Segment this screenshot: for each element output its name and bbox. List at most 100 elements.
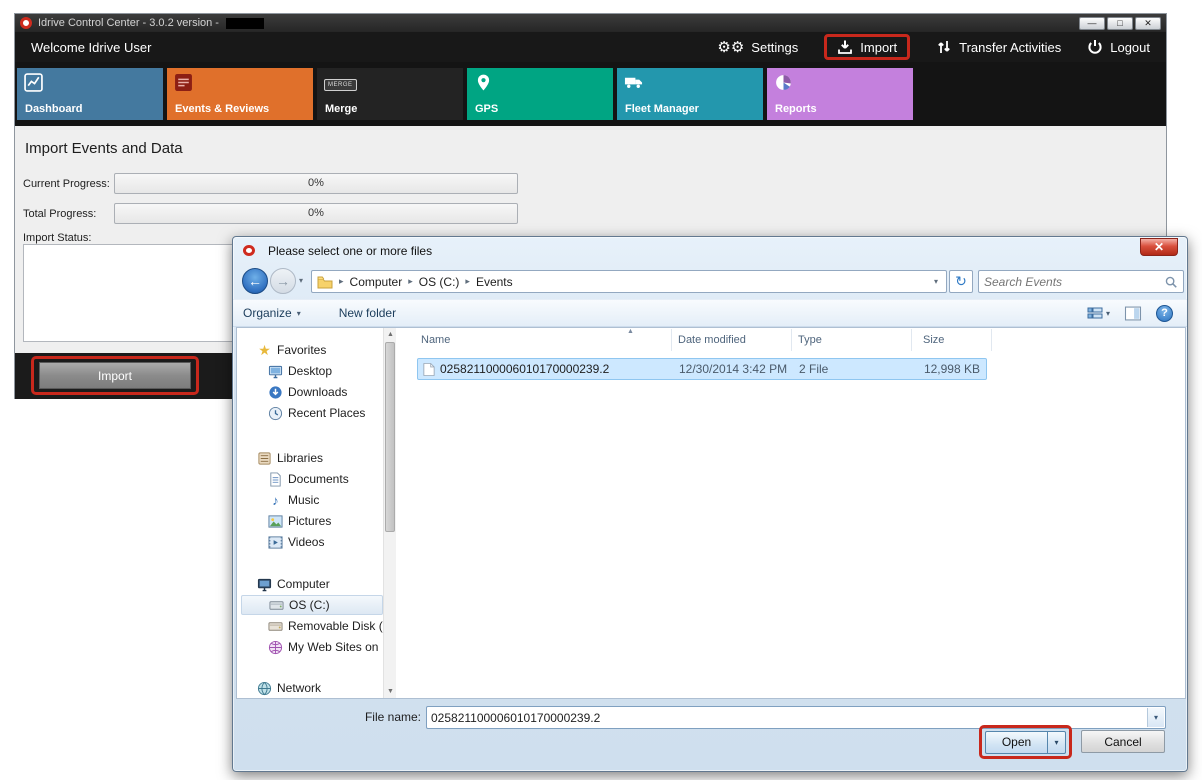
sidebar-item-removable-disk[interactable]: Removable Disk ( xyxy=(241,616,383,636)
menu-item-settings[interactable]: ⚙⚙ Settings xyxy=(717,40,798,55)
refresh-button[interactable]: ↻ xyxy=(949,270,973,293)
import-status-label: Import Status: xyxy=(23,232,91,244)
tile-merge[interactable]: MERGE Merge xyxy=(317,68,463,120)
forward-button[interactable]: → xyxy=(270,268,296,294)
column-header-name[interactable]: Name xyxy=(421,328,450,352)
menu-item-transfer-activities[interactable]: Transfer Activities xyxy=(936,39,1061,55)
sidebar-scrollbar[interactable]: ▲ ▼ xyxy=(383,328,396,698)
tile-dashboard[interactable]: Dashboard xyxy=(17,68,163,120)
search-box xyxy=(978,270,1184,293)
maximize-button[interactable]: □ xyxy=(1107,17,1133,30)
navigation-bar: ← → ▾ ▸ Computer ▸ OS (C:) ▸ Events ▾ ↻ xyxy=(233,264,1187,299)
column-header-size[interactable]: Size xyxy=(923,328,944,352)
chevron-down-icon: ▾ xyxy=(1106,309,1110,318)
sidebar-item-videos[interactable]: Videos xyxy=(241,532,383,552)
sidebar-item-desktop[interactable]: Desktop xyxy=(241,361,383,381)
dialog-titlebar[interactable]: Please select one or more files xyxy=(233,237,1187,264)
highlight-import-button: Import xyxy=(31,356,199,395)
column-headers: ▲ Name Date modified Type Size xyxy=(397,328,1185,352)
sidebar-item-recent-places[interactable]: Recent Places xyxy=(241,403,383,423)
column-header-date-modified[interactable]: Date modified xyxy=(678,328,746,352)
sidebar-item-libraries[interactable]: Libraries xyxy=(241,448,383,468)
help-button[interactable]: ? xyxy=(1156,305,1173,322)
power-icon xyxy=(1087,39,1103,55)
sidebar-item-documents[interactable]: Documents xyxy=(241,469,383,489)
sidebar-item-network[interactable]: Network xyxy=(241,678,383,698)
dialog-logo-icon xyxy=(243,245,255,256)
breadcrumb-item-events[interactable]: Events xyxy=(476,275,513,289)
back-button[interactable]: ← xyxy=(242,268,268,294)
tile-reports[interactable]: Reports xyxy=(767,68,913,120)
file-name: 025821100006010170000239.2 xyxy=(440,359,609,379)
breadcrumb-item-os-c[interactable]: OS (C:) xyxy=(419,275,460,289)
fleet-truck-icon xyxy=(624,73,643,92)
minimize-button[interactable]: — xyxy=(1079,17,1105,30)
tile-events-reviews[interactable]: Events & Reviews xyxy=(167,68,313,120)
window-title: Idrive Control Center - 3.0.2 version - xyxy=(38,17,219,29)
dialog-toolbar: Organize ▾ New folder ▾ ? xyxy=(233,299,1187,327)
open-split-dropdown[interactable]: ▾ xyxy=(1048,731,1066,754)
downloads-arrow-icon xyxy=(268,385,283,400)
file-name-label: File name: xyxy=(293,710,421,724)
cancel-button[interactable]: Cancel xyxy=(1081,730,1165,753)
computer-monitor-icon xyxy=(257,577,272,592)
new-folder-button[interactable]: New folder xyxy=(329,306,406,320)
tile-fleet-manager[interactable]: Fleet Manager xyxy=(617,68,763,120)
menu-item-logout[interactable]: Logout xyxy=(1087,39,1150,55)
libraries-shelf-icon xyxy=(257,451,272,466)
total-progress-label: Total Progress: xyxy=(23,208,96,220)
preview-pane-icon[interactable] xyxy=(1124,306,1142,321)
desktop-monitor-icon xyxy=(268,364,283,379)
hard-drive-icon xyxy=(269,598,284,613)
recent-clock-icon xyxy=(268,406,283,421)
file-size: 12,998 KB xyxy=(924,359,980,379)
menubar: Welcome Idrive User ⚙⚙ Settings Import T… xyxy=(15,32,1166,62)
sidebar-item-downloads[interactable]: Downloads xyxy=(241,382,383,402)
history-dropdown-icon[interactable]: ▾ xyxy=(299,276,303,285)
organize-button[interactable]: Organize ▾ xyxy=(233,306,311,320)
dashboard-chart-icon xyxy=(24,73,43,92)
sidebar-item-favorites[interactable]: ★ Favorites xyxy=(241,340,383,360)
removable-disk-icon xyxy=(268,619,283,634)
tile-gps[interactable]: GPS xyxy=(467,68,613,120)
scroll-down-icon[interactable]: ▼ xyxy=(384,685,397,698)
current-progress-bar: 0% xyxy=(114,173,518,194)
page-title: Import Events and Data xyxy=(25,140,183,157)
sidebar-item-computer[interactable]: Computer xyxy=(241,574,383,594)
close-button[interactable]: ✕ xyxy=(1135,17,1161,30)
chevron-down-icon: ▾ xyxy=(297,309,301,318)
file-type: 2 File xyxy=(799,359,828,379)
sidebar-item-pictures[interactable]: Pictures xyxy=(241,511,383,531)
scroll-up-icon[interactable]: ▲ xyxy=(384,328,397,341)
music-note-icon: ♪ xyxy=(268,493,283,508)
sidebar-item-my-web-sites[interactable]: My Web Sites on xyxy=(241,637,383,657)
search-icon xyxy=(1164,275,1178,289)
welcome-text: Welcome Idrive User xyxy=(31,40,151,55)
favorites-star-icon: ★ xyxy=(257,342,272,359)
scrollbar-thumb[interactable] xyxy=(385,342,395,532)
reports-pie-icon xyxy=(774,73,793,92)
file-icon xyxy=(423,362,435,377)
redacted-text-block xyxy=(226,18,264,29)
column-header-type[interactable]: Type xyxy=(798,328,822,352)
breadcrumb-item-computer[interactable]: Computer xyxy=(350,275,403,289)
dialog-content: ★ Favorites Desktop Downloads xyxy=(236,327,1186,699)
open-button[interactable]: Open xyxy=(985,731,1048,754)
sidebar-item-music[interactable]: ♪ Music xyxy=(241,490,383,510)
sidebar-item-os-c[interactable]: OS (C:) xyxy=(241,595,383,615)
import-button[interactable]: Import xyxy=(39,362,191,389)
search-input[interactable] xyxy=(984,275,1164,289)
titlebar[interactable]: Idrive Control Center - 3.0.2 version - … xyxy=(15,14,1166,32)
highlight-open-button: Open ▾ xyxy=(979,725,1072,759)
web-globe-icon xyxy=(268,640,283,655)
combo-dropdown-icon[interactable]: ▾ xyxy=(1147,708,1164,727)
change-view-button[interactable]: ▾ xyxy=(1087,306,1110,320)
file-row[interactable]: 025821100006010170000239.2 12/30/2014 3:… xyxy=(417,358,987,380)
dialog-close-button[interactable]: ✕ xyxy=(1140,238,1178,256)
breadcrumb-separator-icon: ▸ xyxy=(333,276,350,287)
menu-item-import[interactable]: Import xyxy=(824,34,910,60)
address-dropdown-icon[interactable]: ▾ xyxy=(934,277,941,286)
breadcrumb-separator-icon: ▸ xyxy=(402,276,419,287)
app-logo-icon xyxy=(20,17,32,29)
import-arrow-icon xyxy=(837,39,853,55)
